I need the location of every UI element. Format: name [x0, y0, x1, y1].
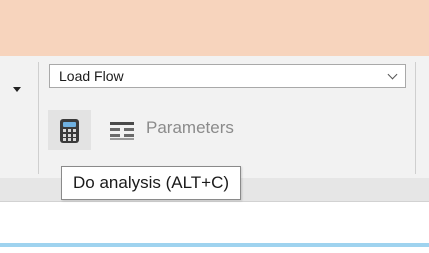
do-analysis-button[interactable] — [48, 110, 91, 150]
ribbon-separator — [415, 62, 416, 174]
analysis-type-select[interactable]: Load Flow — [49, 64, 406, 88]
ribbon-separator — [38, 62, 39, 174]
chevron-down-icon[interactable] — [387, 69, 398, 80]
parameters-button[interactable]: Parameters — [106, 112, 276, 148]
title-bar — [0, 0, 429, 56]
parameters-list-icon — [110, 122, 134, 140]
app-window: Load Flow Parameters Do analysis (ALT+C) — [0, 0, 429, 253]
parameters-label: Parameters — [146, 118, 234, 137]
analysis-type-value: Load Flow — [59, 68, 124, 84]
accent-divider — [0, 243, 429, 247]
tooltip: Do analysis (ALT+C) — [61, 166, 242, 200]
caret-down-icon[interactable] — [13, 87, 21, 92]
calculator-icon — [60, 119, 79, 143]
